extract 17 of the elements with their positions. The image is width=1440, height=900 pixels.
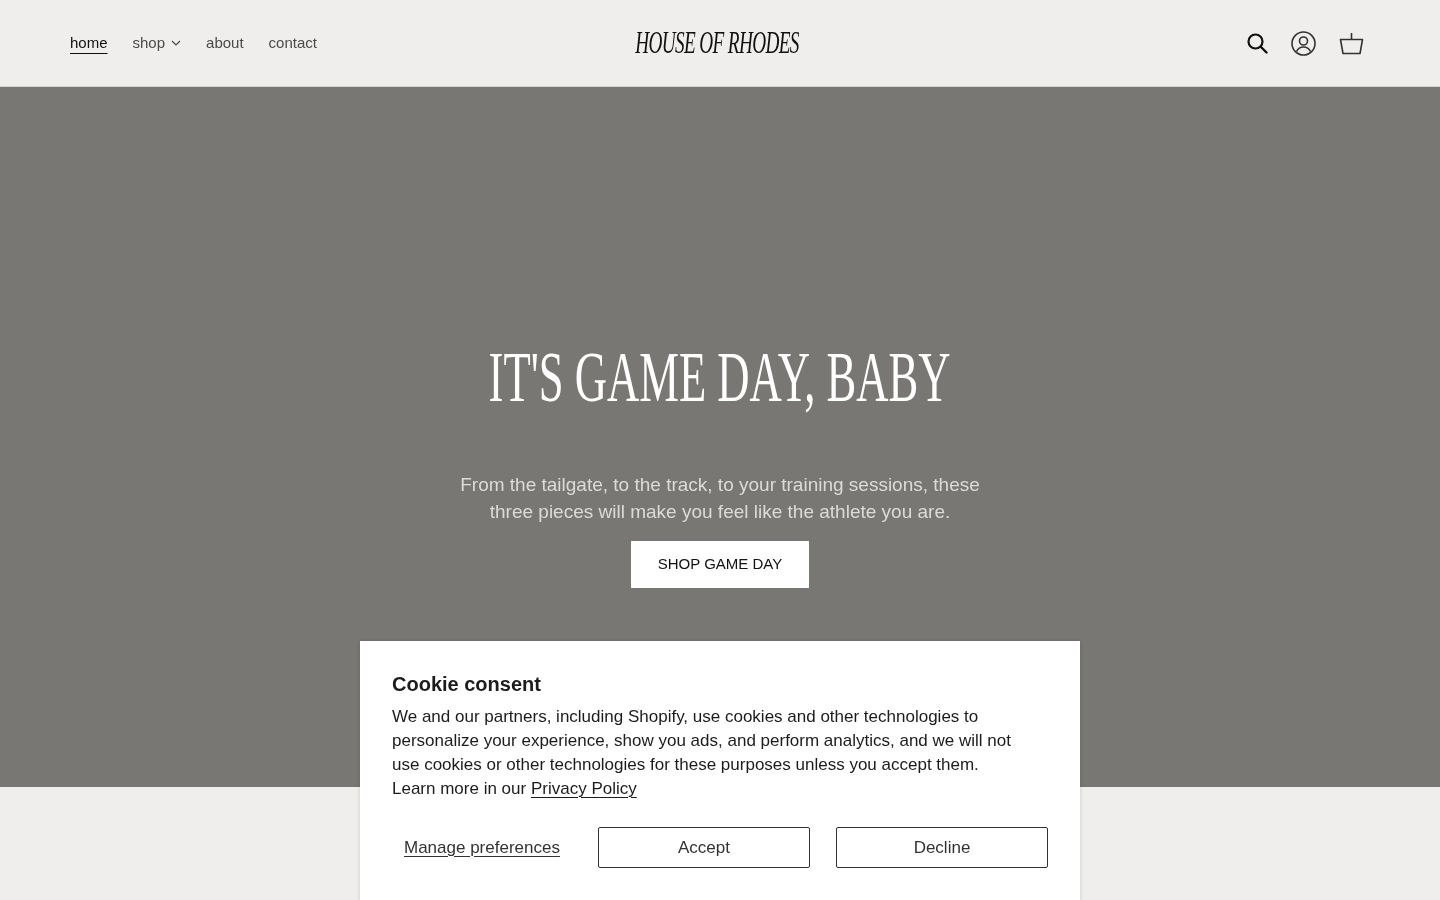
consent-button[interactable]: Decline [836,827,1048,868]
consent-button[interactable]: Accept [597,827,810,868]
caret-icon [171,40,182,46]
manage-preferences-link[interactable]: Manage preferences [392,834,572,861]
consent-text: We and our partners, including Shopify, use cookies and other technologies to personalize your experience, show you ads, and perform analytics, and we will not use cookies or other technologies for these purposes unless you accept them. Learn more in our Privacy Policy [392,706,1012,800]
shop-game-day-button[interactable]: SHOP GAME DAY [631,541,809,588]
basket-icon[interactable] [1338,30,1364,56]
logo[interactable]: HOUSE OF RHODES [635,28,799,58]
privacy-policy-link[interactable]: Privacy Policy [530,779,637,798]
nav-link[interactable]: home [70,33,108,53]
search-icon[interactable] [1246,32,1268,54]
hero-subtitle: From the tailgate, to the track, to your training sessions, these three pieces will make you feel like the athlete you are. [459,473,981,524]
nav-link[interactable]: about [206,33,244,53]
nav-link[interactable]: contact [268,33,317,53]
dialog-title: Cookie consent [392,672,542,697]
account-icon[interactable] [1290,30,1316,56]
nav-link[interactable]: shop [132,33,182,53]
